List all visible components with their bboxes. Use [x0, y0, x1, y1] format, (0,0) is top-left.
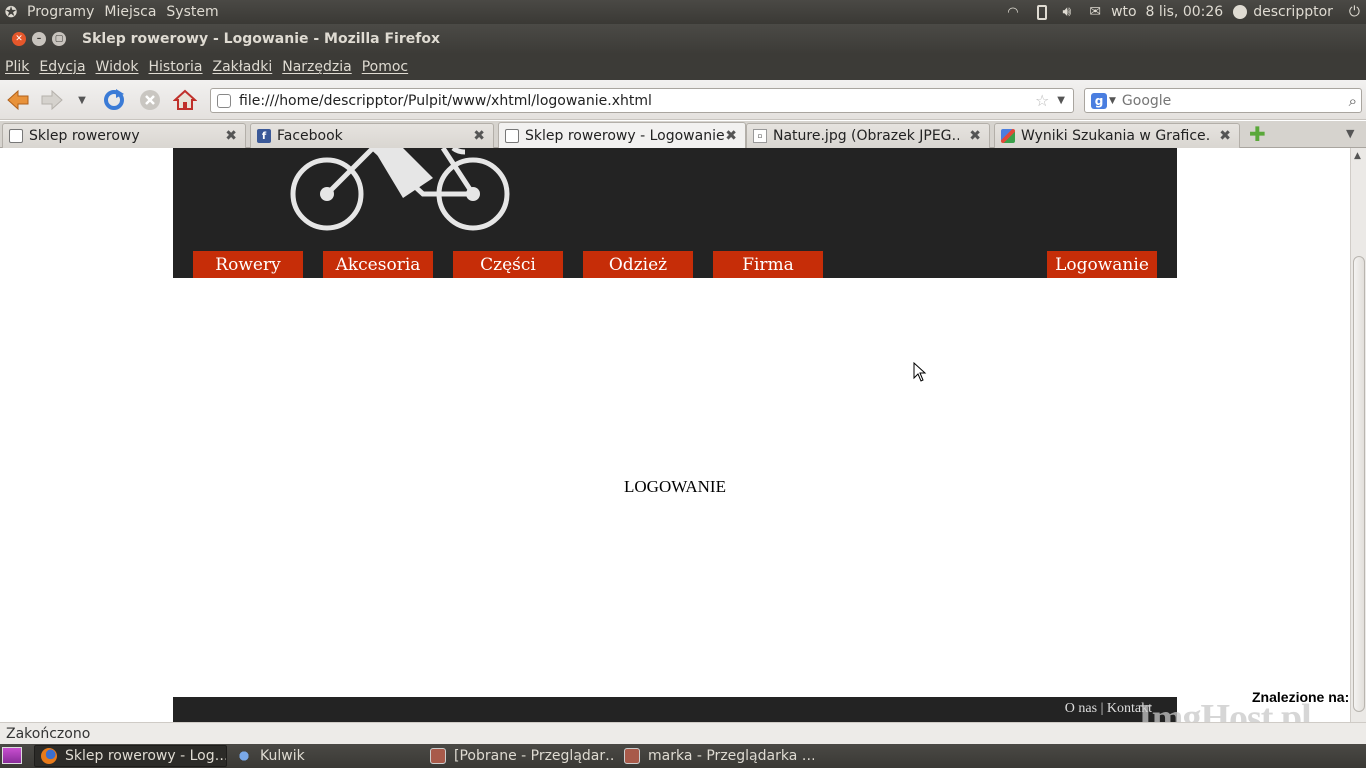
nav-odziez[interactable]: Odzież	[583, 251, 693, 278]
menubar: Plik Edycja Widok Historia Zakładki Narz…	[0, 54, 1366, 80]
footer-separator: |	[1100, 701, 1104, 716]
chat-icon	[236, 748, 252, 764]
tab-sklep-rowerowy-logowanie[interactable]: Sklep rowerowy - Logowanie ✖	[498, 122, 746, 149]
taskbar-item-marka[interactable]: marka - Przeglądarka …	[618, 745, 814, 767]
tab-label: Sklep rowerowy - Logowanie	[525, 128, 725, 144]
battery-icon[interactable]	[1036, 4, 1047, 20]
scrollbar-thumb[interactable]	[1353, 256, 1365, 712]
tab-sklep-rowerowy[interactable]: Sklep rowerowy ✖	[2, 123, 246, 148]
url-bar[interactable]: file:///home/descripptor/Pulpit/www/xhtm…	[210, 88, 1074, 113]
tab-label: Facebook	[277, 128, 343, 144]
tab-bar: Sklep rowerowy ✖ f Facebook ✖ Sklep rowe…	[0, 121, 1366, 149]
show-desktop-icon[interactable]	[2, 747, 22, 764]
panel-menu-system[interactable]: System	[161, 4, 223, 20]
page-favicon-icon	[9, 129, 23, 143]
home-icon[interactable]	[173, 88, 197, 112]
site-identity-icon[interactable]	[217, 93, 231, 108]
taskbar-item-kulwik[interactable]: Kulwik	[230, 745, 420, 767]
menu-history[interactable]: Historia	[144, 59, 208, 75]
top-panel: ✪ Programy Miejsca System ◠ 🔊︎ ✉ wto 8 l…	[0, 0, 1366, 24]
mouse-cursor-icon	[913, 362, 927, 382]
forward-arrow-icon[interactable]	[40, 88, 64, 112]
status-bar: Zakończono	[0, 722, 1366, 744]
tab-label: Sklep rowerowy	[29, 128, 140, 144]
page-content: Rowery Akcesoria Części Odzież Firma Log…	[0, 148, 1350, 722]
nav-czesci[interactable]: Części	[453, 251, 563, 278]
search-bar[interactable]: g ▼ ⌕	[1084, 88, 1362, 113]
window-titlebar: ✕ – ▢ Sklep rowerowy - Logowanie - Mozil…	[0, 24, 1366, 54]
url-dropdown-icon[interactable]: ▼	[1057, 95, 1065, 106]
back-arrow-icon[interactable]	[6, 88, 30, 112]
image-viewer-icon	[624, 748, 640, 764]
tab-facebook[interactable]: f Facebook ✖	[250, 123, 494, 148]
clock[interactable]: wto 8 lis, 00:26	[1111, 4, 1223, 20]
close-tab-icon[interactable]: ✖	[725, 128, 737, 144]
taskbar-item-firefox[interactable]: Sklep rowerowy - Log…	[34, 745, 227, 767]
search-input[interactable]	[1121, 92, 1332, 109]
tab-label: Nature.jpg (Obrazek JPEG…	[773, 128, 959, 144]
mail-icon[interactable]: ✉	[1089, 4, 1101, 20]
google-favicon-icon	[1001, 129, 1015, 143]
scroll-up-arrow-icon[interactable]: ▲	[1354, 151, 1361, 161]
user-status-icon	[1233, 5, 1248, 19]
image-viewer-icon	[430, 748, 446, 764]
facebook-favicon-icon: f	[257, 129, 271, 143]
close-tab-icon[interactable]: ✖	[473, 128, 485, 144]
close-tab-icon[interactable]: ✖	[225, 128, 237, 144]
engine-dropdown-icon[interactable]: ▼	[1109, 96, 1116, 106]
image-favicon-icon: ▫	[753, 129, 767, 143]
google-engine-icon[interactable]: g	[1091, 92, 1107, 109]
login-button[interactable]: Logowanie	[1047, 251, 1157, 278]
menu-edit[interactable]: Edycja	[34, 59, 90, 75]
bookmark-star-icon[interactable]: ☆	[1035, 91, 1049, 110]
vertical-scrollbar[interactable]: ▲	[1350, 148, 1366, 722]
close-tab-icon[interactable]: ✖	[1219, 128, 1231, 144]
taskbar-item-pobrane[interactable]: [Pobrane - Przeglądar…	[424, 745, 616, 767]
menu-help[interactable]: Pomoc	[357, 59, 413, 75]
tab-google-images[interactable]: Wyniki Szukania w Grafice… ✖	[994, 123, 1240, 148]
maximize-window-icon[interactable]: ▢	[52, 32, 66, 46]
user-name[interactable]: descripptor	[1253, 4, 1333, 20]
status-text: Zakończono	[6, 725, 91, 742]
taskbar-label: [Pobrane - Przeglądar…	[454, 748, 616, 764]
bicycle-logo	[290, 148, 510, 231]
taskbar-label: Sklep rowerowy - Log…	[65, 748, 227, 764]
site-footer: O nas | Kontakt	[173, 697, 1177, 722]
bottom-panel: Sklep rowerowy - Log… Kulwik [Pobrane - …	[0, 744, 1366, 768]
taskbar-label: marka - Przeglądarka …	[648, 748, 814, 764]
volume-icon[interactable]: 🔊︎	[1063, 4, 1072, 20]
window-title: Sklep rowerowy - Logowanie - Mozilla Fir…	[82, 31, 440, 47]
taskbar-label: Kulwik	[260, 748, 305, 764]
nav-akcesoria[interactable]: Akcesoria	[323, 251, 433, 278]
page-favicon-icon	[505, 129, 519, 143]
wifi-icon[interactable]: ◠	[1007, 5, 1018, 20]
panel-menu-places[interactable]: Miejsca	[99, 4, 161, 20]
menu-view[interactable]: Widok	[91, 59, 144, 75]
minimize-window-icon[interactable]: –	[32, 32, 46, 46]
ubuntu-logo-icon[interactable]: ✪	[0, 3, 22, 21]
power-icon[interactable]: ⏻	[1349, 4, 1360, 20]
imghost-watermark: ImgHost.pl	[1138, 697, 1312, 722]
nav-firma[interactable]: Firma	[713, 251, 823, 278]
close-tab-icon[interactable]: ✖	[969, 128, 981, 144]
tab-label: Wyniki Szukania w Grafice…	[1021, 128, 1209, 144]
stop-icon[interactable]	[138, 88, 162, 112]
search-icon[interactable]: ⌕	[1349, 92, 1357, 110]
panel-menu-applications[interactable]: Programy	[22, 4, 99, 20]
footer-link-about[interactable]: O nas	[1065, 701, 1097, 716]
new-tab-icon[interactable]: ✚	[1249, 122, 1266, 146]
menu-bookmarks[interactable]: Zakładki	[208, 59, 278, 75]
menu-file[interactable]: Plik	[0, 59, 34, 75]
list-all-tabs-icon[interactable]: ▼	[1346, 127, 1354, 140]
page-heading: LOGOWANIE	[624, 477, 726, 496]
site-header: Rowery Akcesoria Części Odzież Firma Log…	[173, 148, 1177, 278]
nav-rowery[interactable]: Rowery	[193, 251, 303, 278]
menu-tools[interactable]: Narzędzia	[277, 59, 356, 75]
url-text[interactable]: file:///home/descripptor/Pulpit/www/xhtm…	[239, 93, 652, 109]
history-dropdown-icon[interactable]: ▼	[72, 88, 92, 112]
firefox-icon	[41, 748, 57, 764]
close-window-icon[interactable]: ✕	[12, 32, 26, 46]
tab-nature-jpg[interactable]: ▫ Nature.jpg (Obrazek JPEG… ✖	[746, 123, 990, 148]
reload-icon[interactable]	[102, 88, 126, 112]
